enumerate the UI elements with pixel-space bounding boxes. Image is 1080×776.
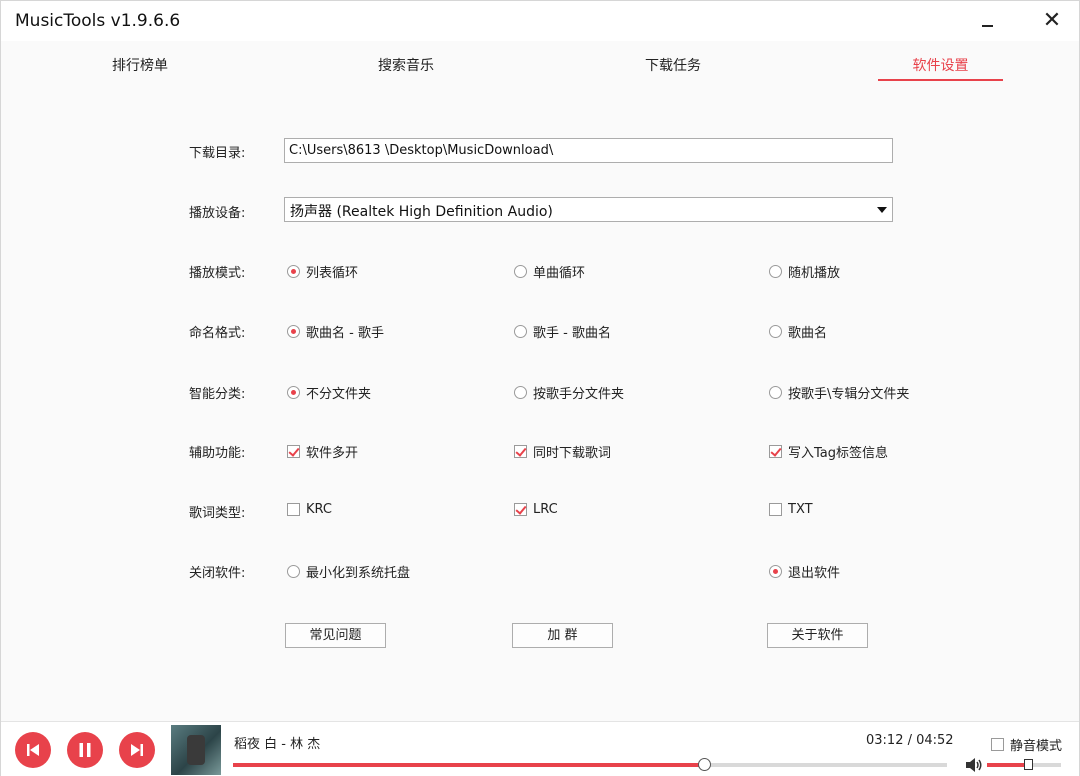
faq-button[interactable]: 常见问题 [285, 623, 386, 648]
tab-bar: 排行榜单 搜索音乐 下载任务 软件设置 [1, 41, 1079, 85]
option-label: 不分文件夹 [306, 387, 372, 402]
active-tab-indicator [878, 79, 1003, 81]
radio-icon [769, 325, 782, 338]
lyric-txt[interactable]: TXT [769, 502, 813, 517]
classify-no-folder[interactable]: 不分文件夹 [287, 383, 371, 402]
radio-icon [287, 565, 300, 578]
title-bar: MusicTools v1.9.6.6 ✕ [1, 1, 1079, 41]
option-label: 同时下载歌词 [533, 446, 612, 461]
lyric-type-label: 歌词类型: [189, 506, 246, 521]
aux-write-tag[interactable]: 写入Tag标签信息 [769, 442, 888, 461]
checkbox-icon [287, 445, 300, 458]
lyric-krc[interactable]: KRC [287, 502, 332, 517]
option-label: 歌曲名 [788, 326, 828, 341]
option-label: 按歌手分文件夹 [533, 387, 625, 402]
option-label: 歌曲名 - 歌手 [306, 326, 384, 341]
play-device-select[interactable]: 扬声器 (Realtek High Definition Audio) [284, 197, 893, 222]
progress-fill [233, 763, 705, 767]
checkbox-icon [769, 503, 782, 516]
play-mode-label: 播放模式: [189, 266, 246, 281]
join-group-button[interactable]: 加 群 [512, 623, 613, 648]
pause-icon [79, 743, 91, 757]
radio-icon [769, 565, 782, 578]
radio-icon [514, 386, 527, 399]
play-mode-single-loop[interactable]: 单曲循环 [514, 262, 585, 281]
option-label: 列表循环 [306, 266, 359, 281]
album-cover [171, 725, 221, 775]
naming-song-artist[interactable]: 歌曲名 - 歌手 [287, 322, 384, 341]
dropdown-arrow-icon [877, 207, 887, 213]
mute-mode-checkbox[interactable]: 静音模式 [991, 735, 1062, 754]
naming-label: 命名格式: [189, 326, 246, 341]
option-label: 软件多开 [306, 446, 359, 461]
volume-icon[interactable] [965, 757, 983, 773]
option-label: 歌手 - 歌曲名 [533, 326, 611, 341]
radio-icon [769, 265, 782, 278]
tab-settings[interactable]: 软件设置 [878, 55, 1003, 81]
checkbox-icon [287, 503, 300, 516]
tab-search-music[interactable]: 搜索音乐 [363, 55, 449, 81]
radio-icon [287, 325, 300, 338]
play-time: 03:12 / 04:52 [866, 733, 954, 748]
close-exit-app[interactable]: 退出软件 [769, 562, 840, 581]
volume-fill [987, 763, 1028, 767]
option-label: TXT [788, 502, 813, 517]
close-button[interactable]: ✕ [1037, 7, 1067, 35]
option-label: 最小化到系统托盘 [306, 566, 411, 581]
radio-icon [769, 386, 782, 399]
radio-icon [287, 386, 300, 399]
naming-artist-song[interactable]: 歌手 - 歌曲名 [514, 322, 611, 341]
classify-by-artist-album[interactable]: 按歌手\专辑分文件夹 [769, 383, 909, 402]
option-label: 退出软件 [788, 566, 841, 581]
play-mode-list-loop[interactable]: 列表循环 [287, 262, 358, 281]
option-label: 随机播放 [788, 266, 841, 281]
previous-button[interactable] [15, 732, 51, 768]
classify-by-artist[interactable]: 按歌手分文件夹 [514, 383, 624, 402]
player-bar: 稻夜 白 - 林 杰 03:12 / 04:52 静音模式 [1, 721, 1079, 776]
download-dir-label: 下载目录: [189, 146, 246, 161]
classify-label: 智能分类: [189, 387, 246, 402]
lyric-lrc[interactable]: LRC [514, 502, 558, 517]
next-icon [131, 744, 143, 756]
volume-knob[interactable] [1023, 759, 1033, 770]
download-dir-input[interactable]: C:\Users\8613 \Desktop\MusicDownload\ [284, 138, 893, 163]
aux-download-lyrics[interactable]: 同时下载歌词 [514, 442, 611, 461]
app-window: MusicTools v1.9.6.6 ✕ 排行榜单 搜索音乐 下载任务 软件设… [0, 0, 1080, 776]
song-title: 稻夜 白 - 林 杰 [234, 737, 321, 752]
close-behavior-label: 关闭软件: [189, 566, 246, 581]
option-label: 写入Tag标签信息 [788, 446, 889, 461]
volume-slider[interactable] [987, 759, 1061, 770]
option-label: 按歌手\专辑分文件夹 [788, 387, 910, 402]
option-label: 单曲循环 [533, 266, 586, 281]
mute-mode-label: 静音模式 [1010, 739, 1063, 754]
aux-label: 辅助功能: [189, 446, 246, 461]
naming-song-only[interactable]: 歌曲名 [769, 322, 827, 341]
minimize-button[interactable] [973, 7, 1003, 35]
radio-icon [514, 325, 527, 338]
checkbox-icon [991, 738, 1004, 751]
tab-download-tasks[interactable]: 下载任务 [630, 55, 716, 81]
next-button[interactable] [119, 732, 155, 768]
play-device-label: 播放设备: [189, 206, 246, 221]
progress-bar[interactable] [233, 758, 947, 771]
play-device-value: 扬声器 (Realtek High Definition Audio) [290, 204, 553, 220]
checkbox-icon [514, 445, 527, 458]
radio-icon [514, 265, 527, 278]
progress-knob[interactable] [698, 758, 712, 771]
checkbox-icon [769, 445, 782, 458]
app-title: MusicTools v1.9.6.6 [15, 11, 181, 31]
previous-icon [27, 744, 39, 756]
aux-multi-instance[interactable]: 软件多开 [287, 442, 358, 461]
pause-button[interactable] [67, 732, 103, 768]
checkbox-icon [514, 503, 527, 516]
option-label: LRC [533, 502, 558, 517]
close-minimize-tray[interactable]: 最小化到系统托盘 [287, 562, 410, 581]
radio-icon [287, 265, 300, 278]
tab-charts[interactable]: 排行榜单 [97, 55, 183, 81]
play-mode-shuffle[interactable]: 随机播放 [769, 262, 840, 281]
option-label: KRC [306, 502, 332, 517]
about-button[interactable]: 关于软件 [767, 623, 868, 648]
